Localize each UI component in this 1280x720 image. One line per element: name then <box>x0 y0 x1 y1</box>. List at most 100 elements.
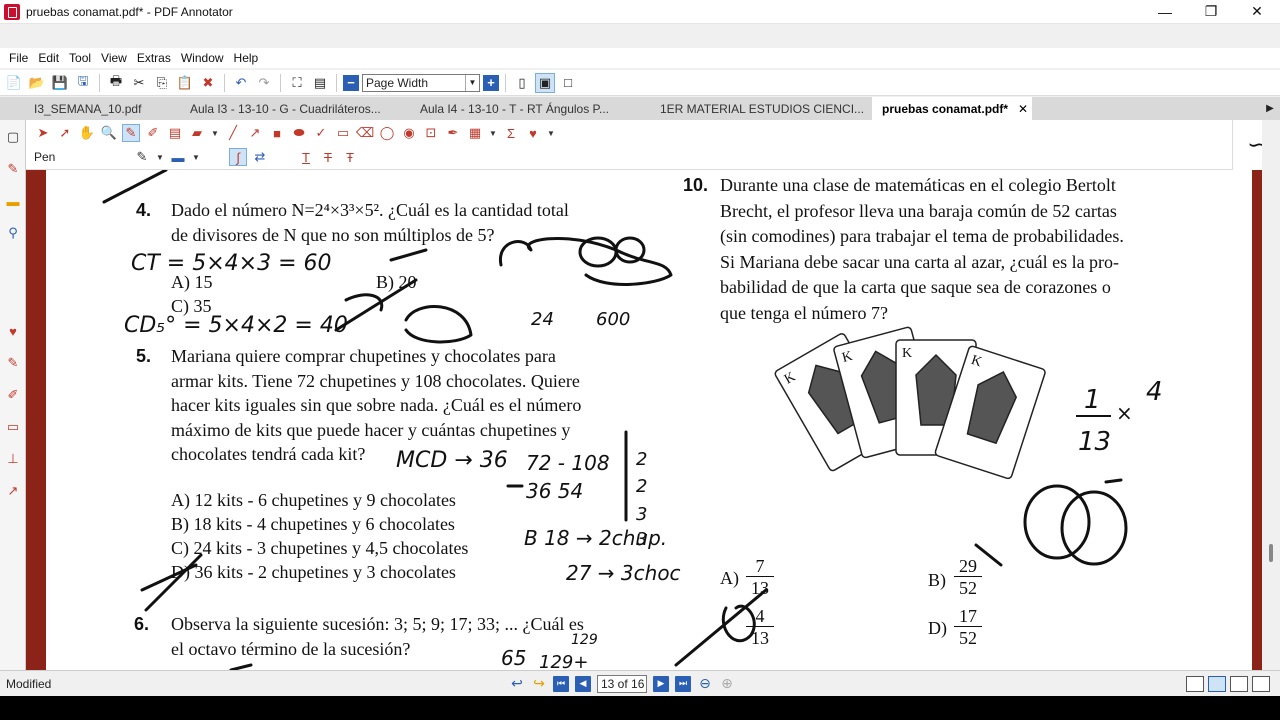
save-icon[interactable]: 💾 <box>50 73 70 93</box>
view-grid-icon[interactable] <box>1252 675 1270 692</box>
scrollbar-thumb[interactable] <box>1269 544 1273 562</box>
find-binoculars-icon[interactable]: ⛶ <box>287 73 307 93</box>
hand-pan-icon[interactable]: ✋ <box>78 124 96 142</box>
view-single-icon[interactable] <box>1186 675 1204 692</box>
favorites-icon[interactable]: ♥ <box>524 124 542 142</box>
tab-i3-semana[interactable]: I3_SEMANA_10.pdf <box>0 97 180 120</box>
checkmark-tool-icon[interactable]: ✓ <box>312 124 330 142</box>
tab-pruebas-conamat[interactable]: pruebas conamat.pdf* ✕ <box>872 97 1032 120</box>
chevron-down-icon[interactable]: ▼ <box>155 148 165 166</box>
print-icon[interactable]: 🖶 <box>106 73 126 93</box>
menu-window[interactable]: Window <box>176 51 229 65</box>
pdf-annotator-icon <box>4 3 20 20</box>
copy-icon[interactable]: ⎘ <box>152 73 172 93</box>
pen-panel-icon[interactable]: ✎ <box>4 160 22 178</box>
vertical-scrollbar[interactable] <box>1262 120 1280 670</box>
straighten-icon[interactable]: ⇄ <box>251 148 269 166</box>
camera-icon[interactable]: ◉ <box>400 124 418 142</box>
line-tool-icon[interactable]: ╱ <box>224 124 242 142</box>
page-thumbnail-icon[interactable]: ▢ <box>4 128 22 146</box>
close-window-button[interactable]: ✕ <box>1234 0 1280 24</box>
tab-aula-i3[interactable]: Aula I3 - 13-10 - G - Cuadriláteros... <box>180 97 410 120</box>
ruler-tool-icon[interactable]: ▭ <box>334 124 352 142</box>
redo-icon[interactable]: ↷ <box>254 73 274 93</box>
view-continuous-icon[interactable] <box>1208 675 1226 692</box>
favorites-heart-icon[interactable]: ♥ <box>4 322 22 340</box>
text-underline-icon[interactable]: T <box>297 148 315 166</box>
text-strike-icon[interactable]: T <box>319 148 337 166</box>
folder-panel-icon[interactable]: ▬ <box>4 192 22 210</box>
first-page-icon[interactable]: ⏮ <box>553 675 569 692</box>
last-page-icon[interactable]: ⏭ <box>675 675 691 692</box>
zoom-select[interactable]: Page Width ▼ <box>362 73 480 92</box>
arrow-tool-icon[interactable]: ↗ <box>4 482 22 500</box>
fit-page-icon[interactable]: ▣ <box>535 72 555 93</box>
freehand-smooth-icon[interactable]: ∫ <box>229 148 247 166</box>
chevron-down-icon[interactable]: ▼ <box>210 124 220 142</box>
chevron-down-icon[interactable]: ▼ <box>465 74 479 91</box>
arrow-line-icon[interactable]: ↗ <box>246 124 264 142</box>
pen-color-icon[interactable]: ✎ <box>133 148 151 166</box>
open-folder-icon[interactable]: 📂 <box>27 73 47 93</box>
select-text-icon[interactable]: ➚ <box>56 124 74 142</box>
chevron-down-icon[interactable]: ▼ <box>488 124 498 142</box>
forward-history-icon[interactable]: ↪ <box>531 675 547 692</box>
image-insert-icon[interactable]: ▦ <box>466 124 484 142</box>
text-tool-icon[interactable]: ▤ <box>166 124 184 142</box>
marker-tool-icon[interactable]: ✐ <box>144 124 162 142</box>
text-cross-icon[interactable]: Ŧ <box>341 148 359 166</box>
menu-view[interactable]: View <box>96 51 132 65</box>
single-page-icon[interactable]: ▯ <box>512 73 532 93</box>
menu-help[interactable]: Help <box>229 51 264 65</box>
magnifier-icon[interactable]: 🔍 <box>100 124 118 142</box>
pdf-page[interactable]: 4. Dado el número N=2⁴×3³×5². ¿Cuál es l… <box>46 170 1252 670</box>
cut-icon[interactable]: ✂ <box>129 73 149 93</box>
chevron-down-icon[interactable]: ▼ <box>191 148 201 166</box>
stamp-icon[interactable]: ⊥ <box>4 450 22 468</box>
marker-icon[interactable]: ✎ <box>4 354 22 372</box>
new-document-icon[interactable]: 📄 <box>4 73 24 93</box>
text-box-icon[interactable]: ▭ <box>4 418 22 436</box>
save-as-icon[interactable]: 🖫 <box>73 73 93 93</box>
highlighter-icon[interactable]: ✐ <box>4 386 22 404</box>
go-forward-icon[interactable]: ⊕ <box>719 675 735 692</box>
menu-extras[interactable]: Extras <box>132 51 176 65</box>
pen-tool-icon[interactable]: ✎ <box>122 124 140 142</box>
menu-tool[interactable]: Tool <box>64 51 96 65</box>
undo-icon[interactable]: ↶ <box>231 73 251 93</box>
fullscreen-icon[interactable]: □ <box>558 73 578 93</box>
paste-icon[interactable]: 📋 <box>175 73 195 93</box>
tab-1er-material[interactable]: 1ER MATERIAL ESTUDIOS CIENCI... <box>650 97 872 120</box>
page-number-input[interactable]: 13 of 16 <box>597 674 647 693</box>
menu-edit[interactable]: Edit <box>33 51 64 65</box>
go-back-icon[interactable]: ⊖ <box>697 675 713 692</box>
svg-text:K: K <box>840 349 854 366</box>
zoom-out-icon[interactable]: − <box>343 74 359 91</box>
eraser-icon[interactable]: ⌫ <box>356 124 374 142</box>
select-arrow-icon[interactable]: ➤ <box>34 124 52 142</box>
lasso-icon[interactable]: ◯ <box>378 124 396 142</box>
previous-page-icon[interactable]: ◀ <box>575 675 591 692</box>
tab-scroll-right-icon[interactable]: ▶ <box>1260 97 1280 120</box>
layout-icon[interactable]: ▤ <box>310 73 330 93</box>
zoom-in-icon[interactable]: + <box>483 74 499 91</box>
rectangle-tool-icon[interactable]: ■ <box>268 124 286 142</box>
close-tab-icon[interactable]: ✕ <box>1018 102 1028 116</box>
view-facing-icon[interactable] <box>1230 675 1248 692</box>
highlight-tool-icon[interactable]: ▰ <box>188 124 206 142</box>
ellipse-tool-icon[interactable]: ⬬ <box>290 124 308 142</box>
tab-aula-i4[interactable]: Aula I4 - 13-10 - T - RT Ángulos P... <box>410 97 650 120</box>
fraction-denominator: 13 <box>751 578 769 598</box>
restore-button[interactable]: ❐ <box>1188 0 1234 24</box>
back-history-icon[interactable]: ↩ <box>509 675 525 692</box>
chevron-down-icon[interactable]: ▼ <box>546 124 556 142</box>
crop-icon[interactable]: ⊡ <box>422 124 440 142</box>
minimize-button[interactable]: — <box>1142 0 1188 24</box>
sigma-icon[interactable]: Σ <box>502 124 520 142</box>
attachment-icon[interactable]: ⚲ <box>4 224 22 242</box>
menu-file[interactable]: File <box>4 51 33 65</box>
line-width-icon[interactable]: ▬ <box>169 148 187 166</box>
next-page-icon[interactable]: ▶ <box>653 675 669 692</box>
link-pen-icon[interactable]: ✒ <box>444 124 462 142</box>
delete-icon[interactable]: ✖ <box>198 73 218 93</box>
